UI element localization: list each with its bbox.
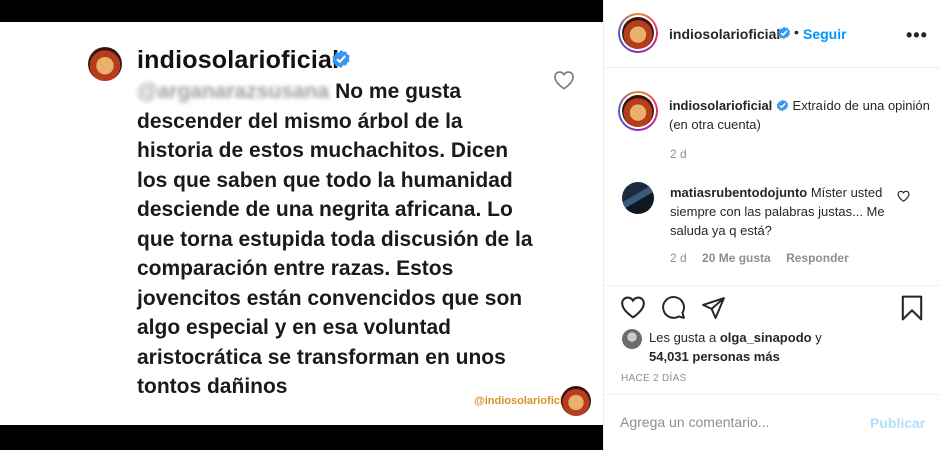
image-verified-badge-icon — [332, 50, 350, 68]
save-bookmark-icon[interactable] — [900, 295, 924, 321]
comment-input[interactable] — [620, 414, 860, 430]
comment: matiasrubentodojunto Míster usted siempr… — [670, 183, 902, 240]
header-username[interactable]: indiosolarioficial — [669, 26, 780, 42]
comment-avatar[interactable] — [622, 182, 654, 214]
comment-bubble-icon[interactable] — [661, 295, 686, 320]
image-watermark: @indiosolarioficial — [474, 395, 573, 407]
add-comment-area: Publicar — [604, 394, 940, 450]
likes-count[interactable]: 54,031 personas más — [649, 349, 780, 364]
comments-section: indiosolarioficial Extraído de una opini… — [604, 69, 940, 286]
caption-verified-badge-icon — [776, 99, 789, 112]
likes-conjunction: y — [815, 330, 822, 345]
like-heart-icon[interactable] — [620, 295, 646, 319]
image-username: indiosolarioficial — [137, 46, 340, 74]
share-paper-plane-icon[interactable] — [701, 295, 726, 320]
liker-avatar[interactable] — [622, 329, 642, 349]
action-bar — [604, 287, 940, 327]
likes-prefix: Les gusta a — [649, 330, 717, 345]
post-time-ago[interactable]: HACE 2 DÍAS — [621, 373, 687, 384]
comment-like-heart-icon[interactable] — [897, 190, 910, 202]
comment-username[interactable]: matiasrubentodojunto — [670, 185, 807, 200]
publish-button[interactable]: Publicar — [870, 415, 925, 431]
header-separator: • — [794, 24, 799, 40]
verified-badge-icon — [777, 26, 791, 40]
post-sidebar: indiosolarioficial • Seguir ••• indiosol… — [603, 0, 940, 450]
comment-meta: 2 d 20 Me gusta Responder — [670, 251, 861, 265]
post-media[interactable]: indiosolarioficial @arganarazsusana No me… — [0, 0, 603, 450]
likes-text: Les gusta a olga_sinapodo y 54,031 perso… — [649, 328, 919, 366]
caption-time[interactable]: 2 d — [670, 147, 687, 161]
comment-likes[interactable]: 20 Me gusta — [702, 251, 771, 265]
header-avatar[interactable] — [618, 13, 658, 53]
blurred-handle: @arganarazsusana — [137, 80, 330, 103]
image-quote-text: @arganarazsusana No me gusta descender de… — [137, 77, 537, 402]
image-heart-icon — [554, 71, 574, 90]
post-image: indiosolarioficial @arganarazsusana No me… — [0, 22, 603, 425]
follow-button[interactable]: Seguir — [803, 26, 847, 42]
caption-avatar[interactable] — [618, 91, 658, 131]
image-profile-picture — [88, 47, 122, 81]
post-header: indiosolarioficial • Seguir ••• — [604, 0, 940, 68]
caption-username[interactable]: indiosolarioficial — [669, 98, 772, 113]
comment-time[interactable]: 2 d — [670, 251, 687, 265]
quote-body: No me gusta descender del mismo árbol de… — [137, 80, 533, 398]
liker-username[interactable]: olga_sinapodo — [720, 330, 812, 345]
more-options-icon[interactable]: ••• — [906, 25, 928, 46]
watermark-logo — [561, 386, 591, 416]
caption: indiosolarioficial Extraído de una opini… — [669, 96, 931, 134]
reply-button[interactable]: Responder — [786, 251, 849, 265]
